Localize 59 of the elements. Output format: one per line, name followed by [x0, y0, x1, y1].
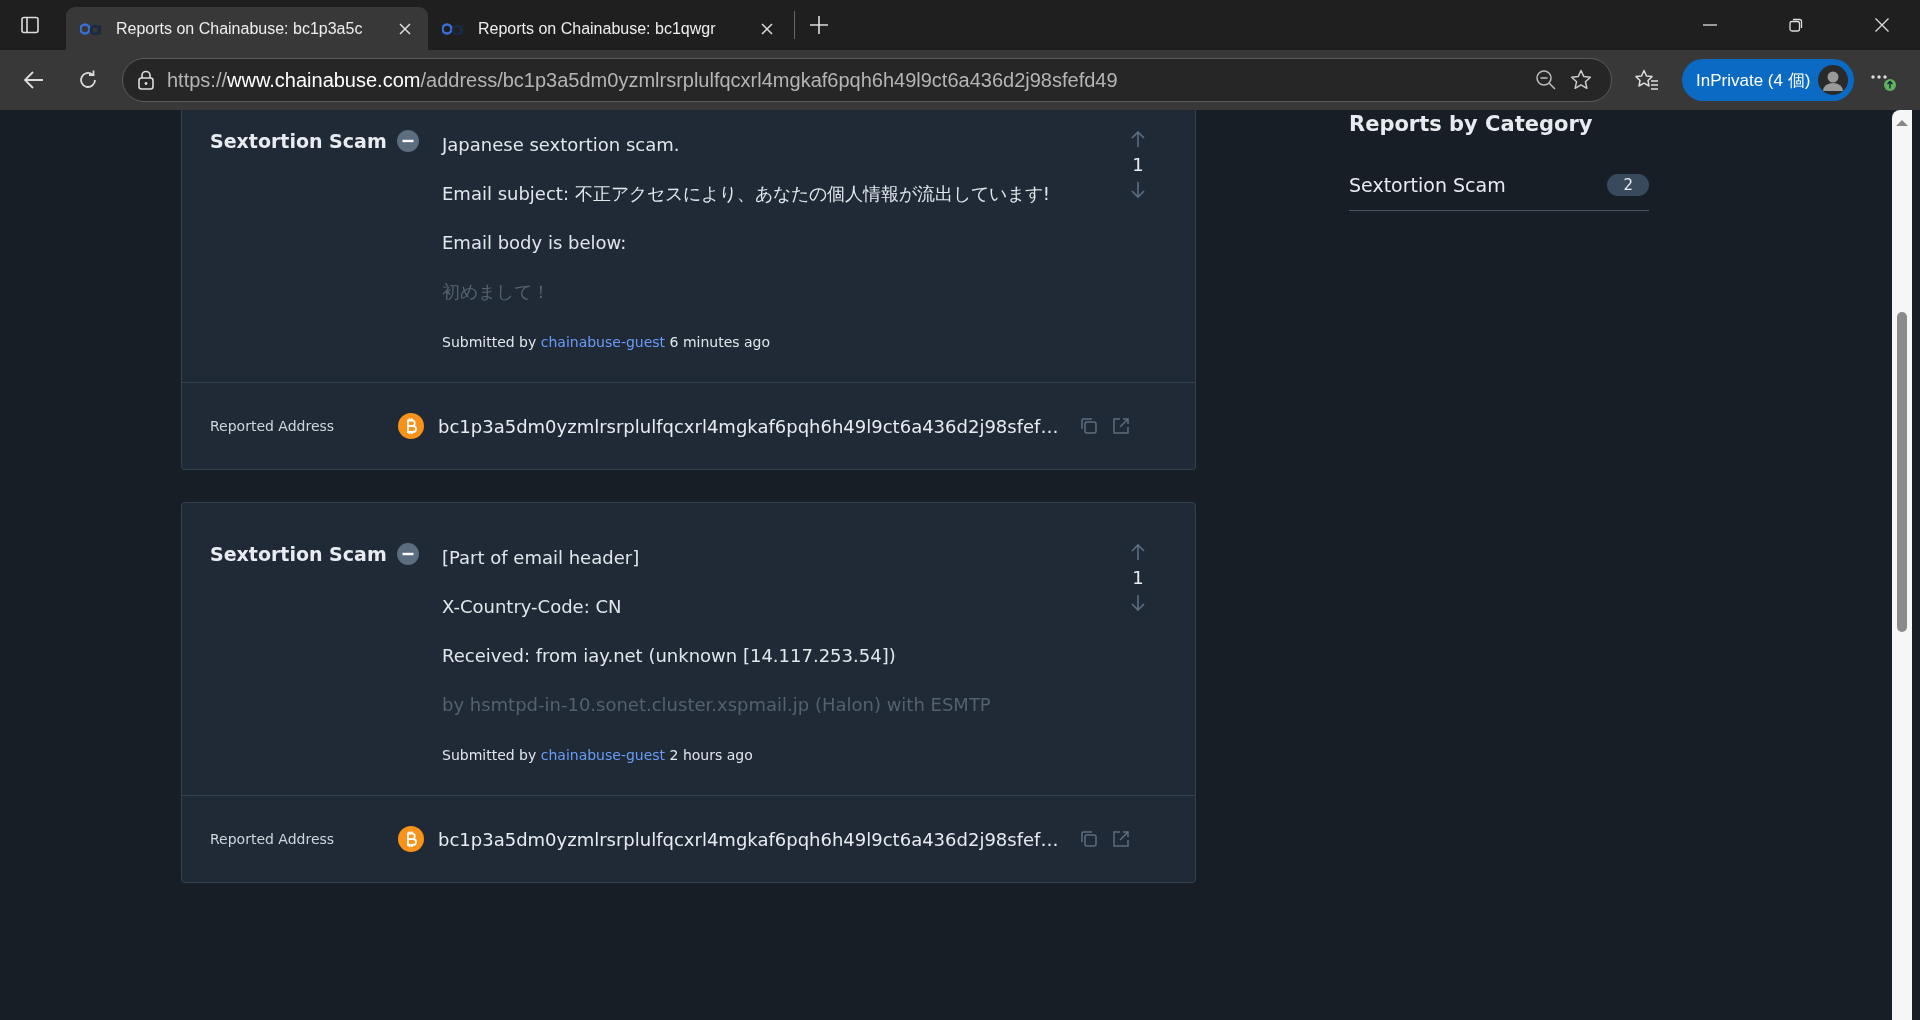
coin-icon — [398, 826, 424, 852]
new-tab-icon[interactable] — [809, 15, 829, 35]
tab-title: Reports on Chainabuse: bc1p3a5c — [116, 19, 364, 38]
site-logo-icon — [442, 21, 464, 36]
copy-icon[interactable] — [1080, 417, 1099, 435]
zoom-out-icon[interactable] — [1535, 69, 1557, 91]
restore-icon[interactable] — [1788, 17, 1804, 33]
collapse-icon[interactable] — [396, 130, 419, 152]
address-label: Reported Address — [210, 831, 336, 847]
lock-icon — [137, 70, 155, 90]
category-row[interactable]: Sextortion Scam 2 — [1349, 174, 1649, 211]
browser-tab[interactable]: Reports on Chainabuse: bc1p3a5c — [66, 7, 428, 50]
count-badge: 2 — [1607, 174, 1649, 196]
favorites-icon[interactable] — [1634, 68, 1660, 92]
collapse-icon[interactable] — [396, 543, 419, 565]
external-link-icon[interactable] — [1112, 417, 1131, 435]
report-text: Email body is below: — [442, 231, 628, 255]
address-bar[interactable]: https://www.chainabuse.com/address/bc1p3a5dm0yzmlrsrplulfqcxrl4mgkaf6pqh6h49l9ct6a436d2j98sfefd49 — [122, 58, 1612, 102]
downvote-icon[interactable] — [1130, 181, 1146, 199]
reported-address[interactable]: bc1p3a5dm0yzmlrsrplulfqcxrl4mgkaf6pqh6h49l9ct6a436d2j98sfef… — [438, 415, 1059, 437]
close-icon[interactable] — [760, 21, 774, 36]
avatar-icon — [1818, 65, 1849, 95]
report-text: Email subject: 不正アクセスにより、あなたの個人情報が流出しています! — [442, 182, 1051, 206]
copy-icon[interactable] — [1080, 830, 1099, 848]
sidebar-toggle-icon[interactable] — [20, 15, 40, 35]
submitted-line: Submitted by chainabuse-guest 2 hours ago — [442, 747, 754, 763]
sidebar-heading: Reports by Category — [1349, 112, 1594, 136]
upvote-icon[interactable] — [1130, 130, 1146, 148]
address-label: Reported Address — [210, 418, 336, 434]
scrollbar[interactable] — [1892, 110, 1912, 1020]
scroll-thumb[interactable] — [1897, 312, 1907, 632]
report-text: Japanese sextortion scam. — [442, 133, 681, 157]
vote-count: 1 — [1132, 154, 1144, 175]
report-text: by hsmtpd-in-10.sonet.cluster.xspmail.jp (Halon) with ESMTP — [442, 693, 992, 717]
category-title: Sextortion Scam — [210, 543, 387, 565]
submitted-line: Submitted by chainabuse-guest 6 minutes ago — [442, 334, 772, 350]
star-icon[interactable] — [1569, 68, 1593, 92]
url-text: https://www.chainabuse.com/address/bc1p3a5dm0yzmlrsrplulfqcxrl4mgkaf6pqh6h49l9ct6a436d2j98sfefd49 — [167, 68, 1118, 92]
submitter-link[interactable]: chainabuse-guest — [540, 747, 666, 763]
category-title: Sextortion Scam — [210, 130, 387, 152]
scroll-up-icon[interactable] — [1895, 118, 1909, 128]
site-logo-icon — [80, 21, 102, 36]
report-text: [Part of email header] — [442, 546, 641, 570]
reported-address[interactable]: bc1p3a5dm0yzmlrsrplulfqcxrl4mgkaf6pqh6h49l9ct6a436d2j98sfef… — [438, 828, 1059, 850]
category-name: Sextortion Scam — [1349, 174, 1506, 196]
browser-tab[interactable]: Reports on Chainabuse: bc1qwgr — [428, 7, 790, 50]
coin-icon — [398, 413, 424, 439]
report-text: 初めまして！ — [442, 280, 551, 304]
report-text: X-Country-Code: CN — [442, 595, 623, 619]
vote-count: 1 — [1132, 567, 1144, 588]
report-text: Received: from iay.net (unknown [14.117.253.54]) — [442, 644, 897, 668]
inprivate-button[interactable]: InPrivate (4 個) — [1682, 59, 1855, 101]
close-icon[interactable] — [398, 21, 412, 36]
submitter-link[interactable]: chainabuse-guest — [540, 334, 666, 350]
tab-title: Reports on Chainabuse: bc1qwgr — [478, 19, 717, 38]
external-link-icon[interactable] — [1112, 830, 1131, 848]
close-icon[interactable] — [1874, 17, 1890, 33]
downvote-icon[interactable] — [1130, 594, 1146, 612]
upvote-icon[interactable] — [1130, 543, 1146, 561]
